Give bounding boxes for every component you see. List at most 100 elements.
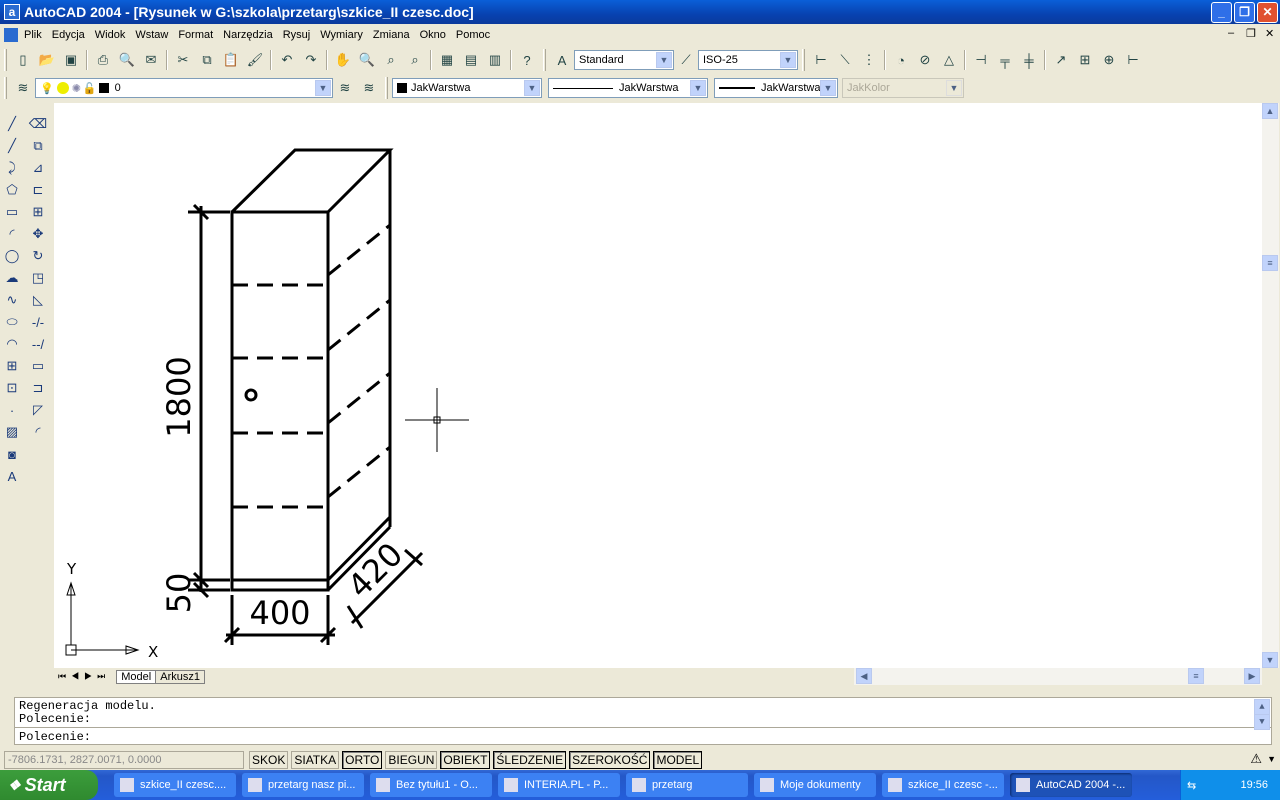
start-button[interactable]: ❖ Start [0, 770, 98, 800]
ellipse-icon[interactable]: ⬭ [1, 311, 23, 333]
break-icon[interactable]: ▭ [27, 355, 49, 377]
viewport-freeze-icon[interactable]: ✺ [72, 82, 81, 95]
status-toggle-obiekt[interactable]: OBIEKT [440, 751, 491, 769]
toolpalettes-icon[interactable]: ▥ [485, 50, 505, 70]
zoom-realtime-icon[interactable]: 🔍 [357, 50, 377, 70]
status-toggle-śledzenie[interactable]: ŚLEDZENIE [493, 751, 567, 769]
zoom-previous-icon[interactable]: ⌕ [405, 50, 425, 70]
cmd-scroll-up[interactable]: ▲ [1254, 699, 1270, 715]
print-icon[interactable]: ⎙ [93, 50, 113, 70]
command-input[interactable]: Polecenie: [15, 728, 1271, 747]
menu-widok[interactable]: Widok [95, 29, 126, 41]
make-block-icon[interactable]: ⊡ [1, 377, 23, 399]
fillet-icon[interactable]: ◸ [27, 399, 49, 421]
array-icon[interactable]: ⊞ [27, 201, 49, 223]
trim-icon[interactable]: -/- [27, 311, 49, 333]
minimize-button[interactable]: _ [1211, 2, 1232, 23]
tolerance-icon[interactable]: ⊞ [1075, 50, 1095, 70]
status-toggle-biegun[interactable]: BIEGUN [385, 751, 438, 769]
hatch-icon[interactable]: ▨ [1, 421, 23, 443]
menu-narzedzia[interactable]: Narzędzia [223, 29, 273, 41]
doc-close-button[interactable]: ✕ [1265, 27, 1274, 40]
menu-edycja[interactable]: Edycja [52, 29, 85, 41]
status-menu-arrow[interactable]: ▼ [1267, 754, 1276, 764]
polygon-icon[interactable]: ⬠ [1, 179, 23, 201]
text-style-select[interactable]: Standard ▼ [574, 50, 674, 70]
tab-nav-buttons[interactable]: ⏮◀▶⏭ [54, 671, 110, 682]
scale-icon[interactable]: ◳ [27, 267, 49, 289]
rectangle-icon[interactable]: ▭ [1, 201, 23, 223]
copy-icon[interactable]: ⧉ [197, 50, 217, 70]
toolbar-grip[interactable] [4, 49, 7, 71]
save-icon[interactable]: ▣ [61, 50, 81, 70]
chevron-down-icon[interactable]: ▼ [656, 52, 672, 68]
layer-select[interactable]: 💡 ✺ 🔓 0 ▼ [35, 78, 333, 98]
make-layer-current-icon[interactable]: ≋ [335, 78, 355, 98]
dim-aligned-icon[interactable]: ⟍ [835, 50, 855, 70]
menu-format[interactable]: Format [178, 29, 213, 41]
dim-baseline-icon[interactable]: ╤ [995, 50, 1015, 70]
chevron-down-icon[interactable]: ▼ [820, 80, 836, 96]
point-icon[interactable]: · [1, 399, 23, 421]
scroll-thumb[interactable]: ≡ [1262, 255, 1278, 271]
dim-style-select[interactable]: ISO-25 ▼ [698, 50, 798, 70]
status-toggle-skok[interactable]: SKOK [249, 751, 289, 769]
redo-icon[interactable]: ↷ [301, 50, 321, 70]
cmd-scroll-down[interactable]: ▼ [1254, 714, 1270, 730]
tab-arkusz1[interactable]: Arkusz1 [156, 669, 205, 684]
dim-angular-icon[interactable]: △ [939, 50, 959, 70]
document-icon[interactable] [4, 27, 18, 42]
qdim-icon[interactable]: ⊣ [971, 50, 991, 70]
scroll-thumb[interactable]: ≡ [1188, 668, 1204, 684]
mirror-icon[interactable]: ⊿ [27, 157, 49, 179]
scroll-left-button[interactable]: ◀ [856, 668, 872, 684]
taskbar-item[interactable]: przetarg nasz pi... [242, 773, 364, 797]
taskbar-item[interactable]: AutoCAD 2004 -... [1010, 773, 1132, 797]
erase-icon[interactable]: ⌫ [27, 113, 49, 135]
dim-edit-icon[interactable]: ⊢ [1123, 50, 1143, 70]
matchprop-icon[interactable]: 🖌 [245, 50, 265, 70]
drawing-svg[interactable]: 1800 50 400 420 Y X [54, 103, 1262, 668]
move-icon[interactable]: ✥ [27, 223, 49, 245]
designcenter-icon[interactable]: ▤ [461, 50, 481, 70]
region-icon[interactable]: ◙ [1, 443, 23, 465]
ellipse-arc-icon[interactable]: ◠ [1, 333, 23, 355]
scroll-right-button[interactable]: ▶ [1244, 668, 1260, 684]
horizontal-scrollbar[interactable]: ◀ ≡ ▶ [854, 668, 1262, 685]
menu-wstaw[interactable]: Wstaw [135, 29, 168, 41]
dim-continue-icon[interactable]: ╪ [1019, 50, 1039, 70]
chevron-down-icon[interactable]: ▼ [524, 80, 540, 96]
rotate-icon[interactable]: ↻ [27, 245, 49, 267]
doc-minimize-button[interactable]: – [1228, 27, 1234, 39]
toolbar-grip[interactable] [4, 77, 7, 99]
color-select[interactable]: JakWarstwa ▼ [392, 78, 542, 98]
leader-icon[interactable]: ↗ [1051, 50, 1071, 70]
chevron-down-icon[interactable]: ▼ [690, 80, 706, 96]
center-mark-icon[interactable]: ⊕ [1099, 50, 1119, 70]
lock-icon[interactable]: 🔓 [83, 82, 97, 95]
paste-icon[interactable]: 📋 [221, 50, 241, 70]
extend-icon[interactable]: --/ [27, 333, 49, 355]
taskbar-item[interactable]: przetarg [626, 773, 748, 797]
taskbar-item[interactable]: INTERIA.PL - P... [498, 773, 620, 797]
open-icon[interactable]: 📂 [37, 50, 57, 70]
spline-icon[interactable]: ∿ [1, 289, 23, 311]
taskbar-item[interactable]: szkice_II czesc -... [882, 773, 1004, 797]
toolbar-grip[interactable] [543, 49, 546, 71]
toolbar-grip[interactable] [802, 49, 805, 71]
drawing-area[interactable]: 1800 50 400 420 Y X [54, 103, 1262, 668]
dim-radius-icon[interactable]: ◔ [891, 50, 911, 70]
network-icon[interactable]: ⇆ [1181, 779, 1196, 792]
layer-manager-icon[interactable]: ≋ [13, 78, 33, 98]
restore-button[interactable]: ❐ [1234, 2, 1255, 23]
properties-icon[interactable]: ▦ [437, 50, 457, 70]
pline-icon[interactable]: ⤸ [1, 157, 23, 179]
lightbulb-icon[interactable]: 💡 [40, 82, 54, 95]
chevron-down-icon[interactable]: ▼ [315, 80, 331, 96]
help-icon[interactable]: ? [517, 50, 537, 70]
linetype-select[interactable]: JakWarstwa ▼ [548, 78, 708, 98]
stretch-icon[interactable]: ◺ [27, 289, 49, 311]
dim-ordinate-icon[interactable]: ⋮ [859, 50, 879, 70]
scroll-down-button[interactable]: ▼ [1262, 652, 1278, 668]
close-button[interactable]: ✕ [1257, 2, 1278, 23]
